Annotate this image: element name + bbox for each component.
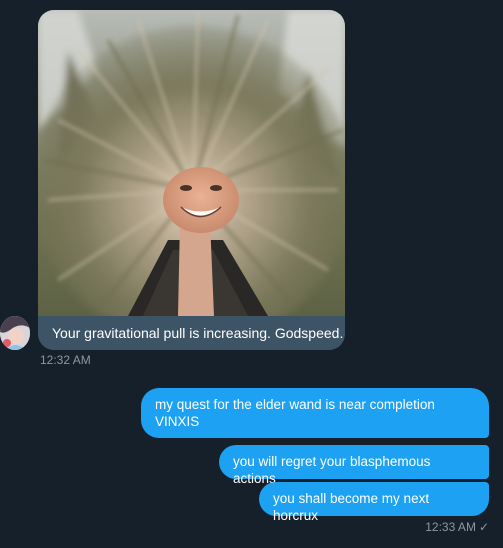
image-caption: Your gravitational pull is increasing. G… (38, 316, 345, 350)
incoming-timestamp: 12:32 AM (40, 353, 91, 367)
sender-avatar[interactable] (0, 316, 30, 350)
read-check-icon: ✓ (478, 520, 489, 534)
outgoing-timestamp: 12:33 AM (425, 520, 476, 534)
outgoing-message-3[interactable]: you shall become my next horcrux (259, 482, 489, 523)
outgoing-message-1[interactable]: my quest for the elder wand is near comp… (141, 388, 489, 438)
incoming-image-message[interactable]: Your gravitational pull is increasing. G… (38, 10, 345, 350)
outgoing-status: 12:33 AM ✓ (425, 520, 489, 534)
message-photo[interactable] (38, 10, 345, 316)
outgoing-message-2[interactable]: you will regret your blasphemous actions (219, 445, 489, 486)
conversation-view: Your gravitational pull is increasing. G… (0, 0, 503, 548)
